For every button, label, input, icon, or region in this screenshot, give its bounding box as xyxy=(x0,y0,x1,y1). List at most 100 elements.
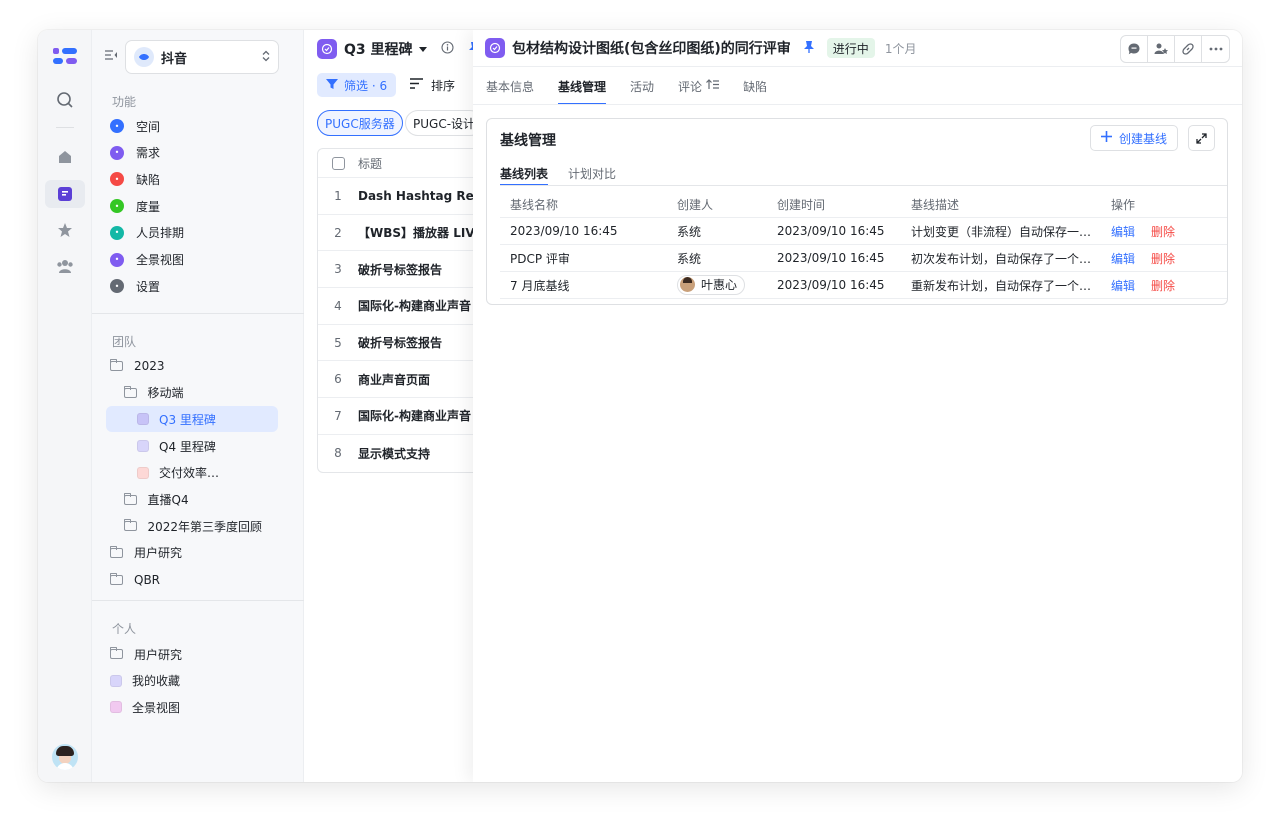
workspace-name: 抖音 xyxy=(161,51,188,67)
delete-baseline-button[interactable]: 删除 xyxy=(1151,250,1175,267)
personal-item-label: 全景视图 xyxy=(132,700,181,715)
folder-item[interactable]: 2022年第三季度回顾 xyxy=(106,513,278,539)
functions-section-title: 功能 xyxy=(112,95,137,109)
folder-icon xyxy=(110,545,123,558)
sidebar-item-requirement[interactable]: • 需求 xyxy=(106,140,278,166)
list-title-text: Q3 里程碑 xyxy=(344,42,413,58)
view-item[interactable]: 我的收藏 xyxy=(106,668,278,694)
tree-item-label: 用户研究 xyxy=(134,546,183,561)
subtab-plan-compare[interactable]: 计划对比 xyxy=(568,162,616,184)
col-baseline-name: 基线名称 xyxy=(510,197,559,212)
tab-activity[interactable]: 活动 xyxy=(630,67,654,105)
sidebar-item-label: 缺陷 xyxy=(136,172,161,187)
row-title: 破折号标签报告 xyxy=(358,336,443,351)
folder-item[interactable]: 2023 xyxy=(106,353,278,379)
delete-baseline-button[interactable]: 删除 xyxy=(1151,277,1175,294)
edit-baseline-button[interactable]: 编辑 xyxy=(1111,223,1135,240)
status-badge[interactable]: 进行中 xyxy=(826,38,875,58)
folder-item[interactable]: 用户研究 xyxy=(106,540,278,566)
select-all-checkbox[interactable] xyxy=(332,156,345,170)
view-item[interactable]: 全景视图 xyxy=(106,694,278,720)
view-item[interactable]: Q3 里程碑 xyxy=(106,406,278,433)
collapse-sidebar-icon[interactable] xyxy=(104,49,118,64)
user-avatar[interactable] xyxy=(52,744,78,770)
edit-baseline-button[interactable]: 编辑 xyxy=(1111,250,1135,267)
link-icon[interactable] xyxy=(1175,36,1202,62)
workspace-switcher[interactable]: 抖音 xyxy=(125,40,279,74)
schedule-icon: • xyxy=(110,225,124,240)
info-icon[interactable] xyxy=(440,41,454,57)
detail-panel: 包材结构设计图纸(包含丝印图纸)的同行评审 进行中 1个月 基本信息 基线管理 … xyxy=(473,30,1242,782)
app-logo-icon[interactable] xyxy=(45,42,85,70)
project-icon[interactable] xyxy=(45,180,85,208)
baseline-table: 基线名称 创建人 创建时间 基线描述 操作 2023/09/10 16:45 系统… xyxy=(500,191,1227,299)
header-actions xyxy=(1120,35,1230,63)
sidebar-item-bug[interactable]: • 缺陷 xyxy=(106,166,278,192)
pin-icon[interactable] xyxy=(803,40,815,57)
star-icon[interactable] xyxy=(45,216,85,244)
duration-text: 1个月 xyxy=(884,41,917,56)
sidebar-item-space[interactable]: • 空间 xyxy=(106,113,278,139)
sidebar-item-panorama[interactable]: • 全景视图 xyxy=(106,247,278,273)
tree-item-label: 直播Q4 xyxy=(147,493,189,507)
row-number: 1 xyxy=(334,188,342,203)
row-title: 【WBS】播放器 LIVE xyxy=(358,226,483,241)
list-title[interactable]: Q3 里程碑 xyxy=(317,38,480,60)
sort-button[interactable]: 排序 xyxy=(410,73,455,97)
row-number: 4 xyxy=(334,298,342,313)
sort-order-icon xyxy=(706,79,720,93)
search-icon[interactable] xyxy=(45,86,85,114)
personal-item-label: 我的收藏 xyxy=(132,674,181,689)
tree-item-label: Q3 里程碑 xyxy=(159,412,216,427)
sidebar-item-label: 人员排期 xyxy=(136,226,185,241)
bug-icon: • xyxy=(110,172,124,187)
baseline-created-time: 2023/09/10 16:45 xyxy=(777,278,885,292)
expand-icon[interactable] xyxy=(1188,125,1215,151)
rail-divider xyxy=(56,127,74,128)
tab-defects[interactable]: 缺陷 xyxy=(743,67,767,105)
row-number: 8 xyxy=(334,446,342,461)
view-icon xyxy=(110,701,122,714)
folder-item[interactable]: QBR xyxy=(106,567,278,593)
more-icon[interactable] xyxy=(1202,36,1229,62)
members-icon[interactable] xyxy=(1148,36,1175,62)
avatar xyxy=(680,277,695,293)
person-chip[interactable]: 叶惠心 xyxy=(677,274,746,295)
settings-icon: • xyxy=(110,279,124,294)
home-icon[interactable] xyxy=(45,143,85,171)
sidebar-item-settings[interactable]: • 设置 xyxy=(106,273,278,299)
view-item[interactable]: Q4 里程碑 xyxy=(106,433,278,459)
view-item[interactable]: 交付效率… xyxy=(106,460,278,486)
row-title: 国际化-构建商业声音 xyxy=(358,409,471,424)
delete-baseline-button[interactable]: 删除 xyxy=(1151,223,1175,240)
tree-item-label: 2023 xyxy=(134,359,165,373)
subtab-baseline-list[interactable]: 基线列表 xyxy=(500,162,549,186)
row-number: 2 xyxy=(334,225,342,240)
sidebar-item-metric[interactable]: • 度量 xyxy=(106,193,278,219)
folder-item[interactable]: 直播Q4 xyxy=(106,487,278,513)
tab-baseline-management[interactable]: 基线管理 xyxy=(558,67,607,105)
tab-comments[interactable]: 评论 xyxy=(678,67,720,105)
workspace-logo-icon xyxy=(134,47,154,67)
edit-baseline-button[interactable]: 编辑 xyxy=(1111,277,1135,294)
folder-icon xyxy=(123,492,137,505)
tabs-divider xyxy=(473,104,1242,105)
subtabs-divider xyxy=(500,185,1227,186)
folder-item[interactable]: 用户研究 xyxy=(106,641,278,667)
filter-chip-pugc-server[interactable]: PUGC服务器 xyxy=(317,110,403,136)
folder-item[interactable]: 移动端 xyxy=(106,380,278,406)
sidebar-item-schedule[interactable]: • 人员排期 xyxy=(106,220,278,246)
filter-button[interactable]: 筛选 · 6 xyxy=(317,73,397,97)
sort-icon xyxy=(410,78,423,92)
filter-chip-pugc-design[interactable]: PUGC-设计 xyxy=(405,110,484,136)
team-icon[interactable] xyxy=(45,252,85,280)
sort-label: 排序 xyxy=(431,78,456,93)
baseline-card-title: 基线管理 xyxy=(500,133,556,149)
create-baseline-button[interactable]: 创建基线 xyxy=(1089,125,1178,151)
row-number: 3 xyxy=(334,262,342,277)
comment-icon[interactable] xyxy=(1121,36,1148,62)
table-row: 2023/09/10 16:45 系统 2023/09/10 16:45 计划变更（非… xyxy=(500,218,1227,245)
caret-down-icon[interactable] xyxy=(418,42,427,56)
tab-basic-info[interactable]: 基本信息 xyxy=(486,67,534,105)
baseline-description: 计划变更（非流程）自动保存一… xyxy=(911,224,1092,239)
